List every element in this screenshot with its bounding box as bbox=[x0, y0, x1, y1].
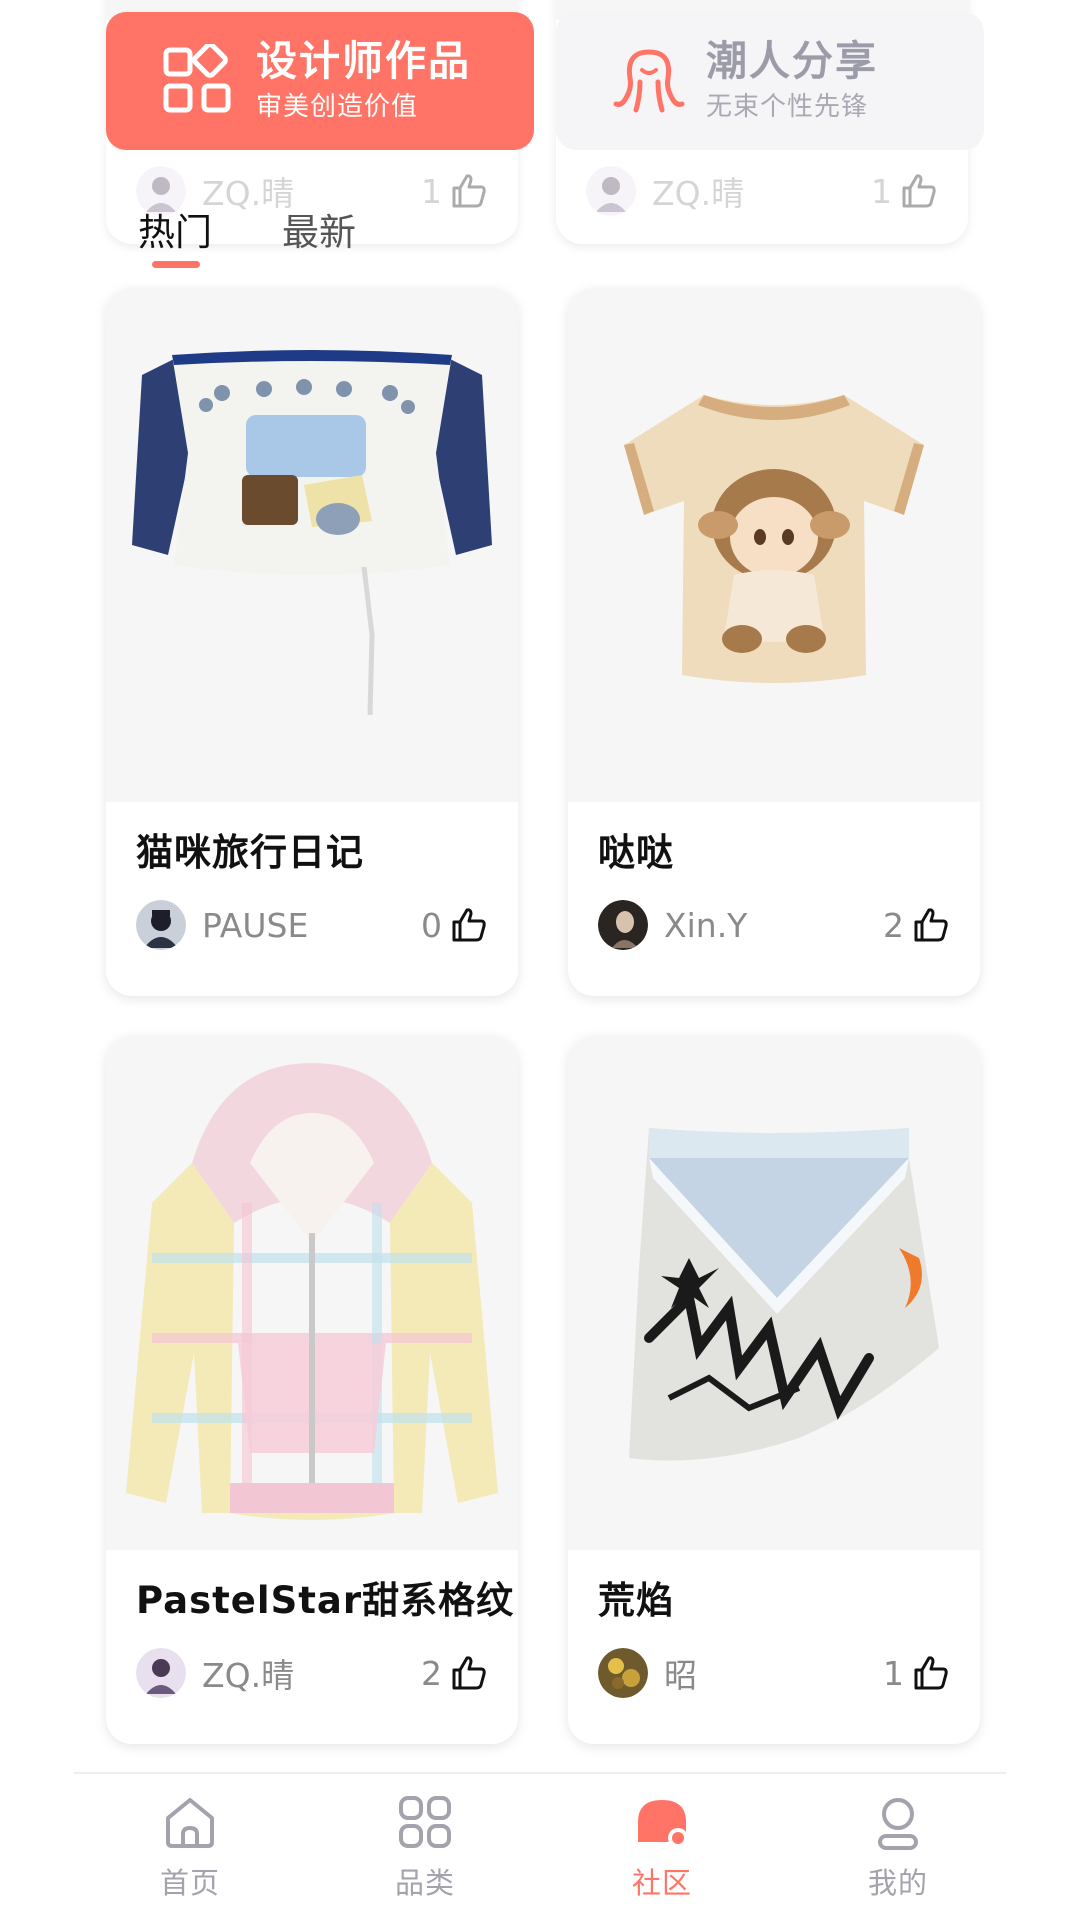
tab-hot[interactable]: 热门 bbox=[138, 208, 212, 268]
designer-banner-subtitle: 审美创造价值 bbox=[256, 92, 419, 122]
product-image-beige-tshirt[interactable] bbox=[568, 288, 980, 802]
tab-latest[interactable]: 最新 bbox=[282, 208, 356, 258]
octopus-icon bbox=[613, 49, 685, 113]
tab-latest-label: 最新 bbox=[282, 211, 356, 254]
thumbs-up-icon bbox=[452, 174, 486, 208]
product-meta: Xin.Y 2 bbox=[598, 900, 950, 950]
product-meta: 昭 1 bbox=[598, 1648, 950, 1698]
product-card[interactable]: PastelStar甜系格纹 ZQ.晴 2 bbox=[106, 1036, 518, 1744]
nav-profile[interactable]: 我的 bbox=[828, 1792, 968, 1902]
designer-banner-title: 设计师作品 bbox=[256, 37, 471, 85]
active-tab-indicator bbox=[152, 261, 200, 268]
thumbs-up-icon bbox=[452, 908, 486, 942]
product-image-graffiti-skirt[interactable] bbox=[568, 1036, 980, 1550]
designer-banner-text: 设计师作品 审美创造价值 bbox=[256, 35, 471, 127]
avatar[interactable] bbox=[598, 1648, 648, 1698]
trend-banner-subtitle: 无束个性先锋 bbox=[706, 92, 869, 122]
avatar[interactable] bbox=[136, 900, 186, 950]
author-name: 昭 bbox=[664, 1656, 697, 1695]
product-title: 猫咪旅行日记 bbox=[136, 831, 364, 874]
product-card[interactable]: 哒哒 Xin.Y 2 bbox=[568, 288, 980, 996]
product-title: 哒哒 bbox=[598, 831, 674, 874]
author-name: Xin.Y bbox=[664, 905, 748, 945]
product-image-pastel-jacket[interactable] bbox=[106, 1036, 518, 1550]
trend-banner-title: 潮人分享 bbox=[706, 37, 878, 85]
designer-works-banner[interactable]: 设计师作品 审美创造价值 bbox=[106, 12, 534, 150]
like-count-value: 2 bbox=[421, 1653, 442, 1693]
tab-hot-label: 热门 bbox=[138, 211, 212, 254]
nav-category[interactable]: 品类 bbox=[355, 1792, 495, 1902]
like-count-value: 1 bbox=[421, 171, 442, 211]
category-grid-icon bbox=[399, 1796, 451, 1848]
product-image-off-shoulder-top[interactable] bbox=[106, 288, 518, 802]
like-count-value: 1 bbox=[883, 1653, 904, 1693]
nav-community-label: 社区 bbox=[631, 1866, 692, 1900]
nav-category-label: 品类 bbox=[394, 1866, 455, 1900]
thumbs-up-icon bbox=[902, 174, 936, 208]
community-icon bbox=[638, 1800, 688, 1848]
like-count-value: 1 bbox=[871, 171, 892, 211]
thumbs-up-icon bbox=[452, 1656, 486, 1690]
nav-home[interactable]: 首页 bbox=[120, 1792, 260, 1902]
home-icon bbox=[166, 1798, 214, 1848]
like-button[interactable]: 2 bbox=[421, 1653, 488, 1693]
like-count[interactable]: 1 bbox=[871, 171, 938, 211]
like-count[interactable]: 1 bbox=[421, 171, 488, 211]
peek-card-meta: ZQ.晴 1 bbox=[586, 166, 938, 216]
feed-tabs: 热门 最新 bbox=[138, 208, 426, 268]
nav-profile-label: 我的 bbox=[867, 1866, 928, 1900]
product-title: 荒焰 bbox=[598, 1579, 674, 1622]
like-count-value: 2 bbox=[883, 905, 904, 945]
product-meta: ZQ.晴 2 bbox=[136, 1648, 488, 1698]
product-card[interactable]: 荒焰 昭 1 bbox=[568, 1036, 980, 1744]
like-button[interactable]: 1 bbox=[883, 1653, 950, 1693]
product-meta: PAUSE 0 bbox=[136, 900, 488, 950]
like-count-value: 0 bbox=[421, 905, 442, 945]
avatar[interactable] bbox=[136, 1648, 186, 1698]
nav-home-label: 首页 bbox=[159, 1866, 220, 1900]
trend-banner-text: 潮人分享 无束个性先锋 bbox=[706, 35, 878, 127]
community-page: ZQ.晴 1 ZQ.晴 1 设计师作品 审美创造价值 潮人分享 无束个性先锋 热… bbox=[0, 0, 1080, 1920]
like-button[interactable]: 2 bbox=[883, 905, 950, 945]
product-title: PastelStar甜系格纹 bbox=[136, 1579, 515, 1622]
thumbs-up-icon bbox=[914, 1656, 948, 1690]
author-name: ZQ.晴 bbox=[652, 174, 745, 213]
avatar[interactable] bbox=[598, 900, 648, 950]
author-name: PAUSE bbox=[202, 905, 309, 945]
trend-share-banner[interactable]: 潮人分享 无束个性先锋 bbox=[556, 12, 984, 150]
nav-community[interactable]: 社区 bbox=[592, 1792, 732, 1902]
like-button[interactable]: 0 bbox=[421, 905, 488, 945]
bottom-nav: 首页 品类 社区 我的 bbox=[0, 1774, 1080, 1920]
author-name: ZQ.晴 bbox=[202, 1656, 295, 1695]
grid-diamond-icon bbox=[163, 44, 231, 113]
thumbs-up-icon bbox=[914, 908, 948, 942]
product-card[interactable]: 猫咪旅行日记 PAUSE 0 bbox=[106, 288, 518, 996]
profile-icon bbox=[878, 1798, 918, 1850]
avatar bbox=[586, 166, 636, 216]
